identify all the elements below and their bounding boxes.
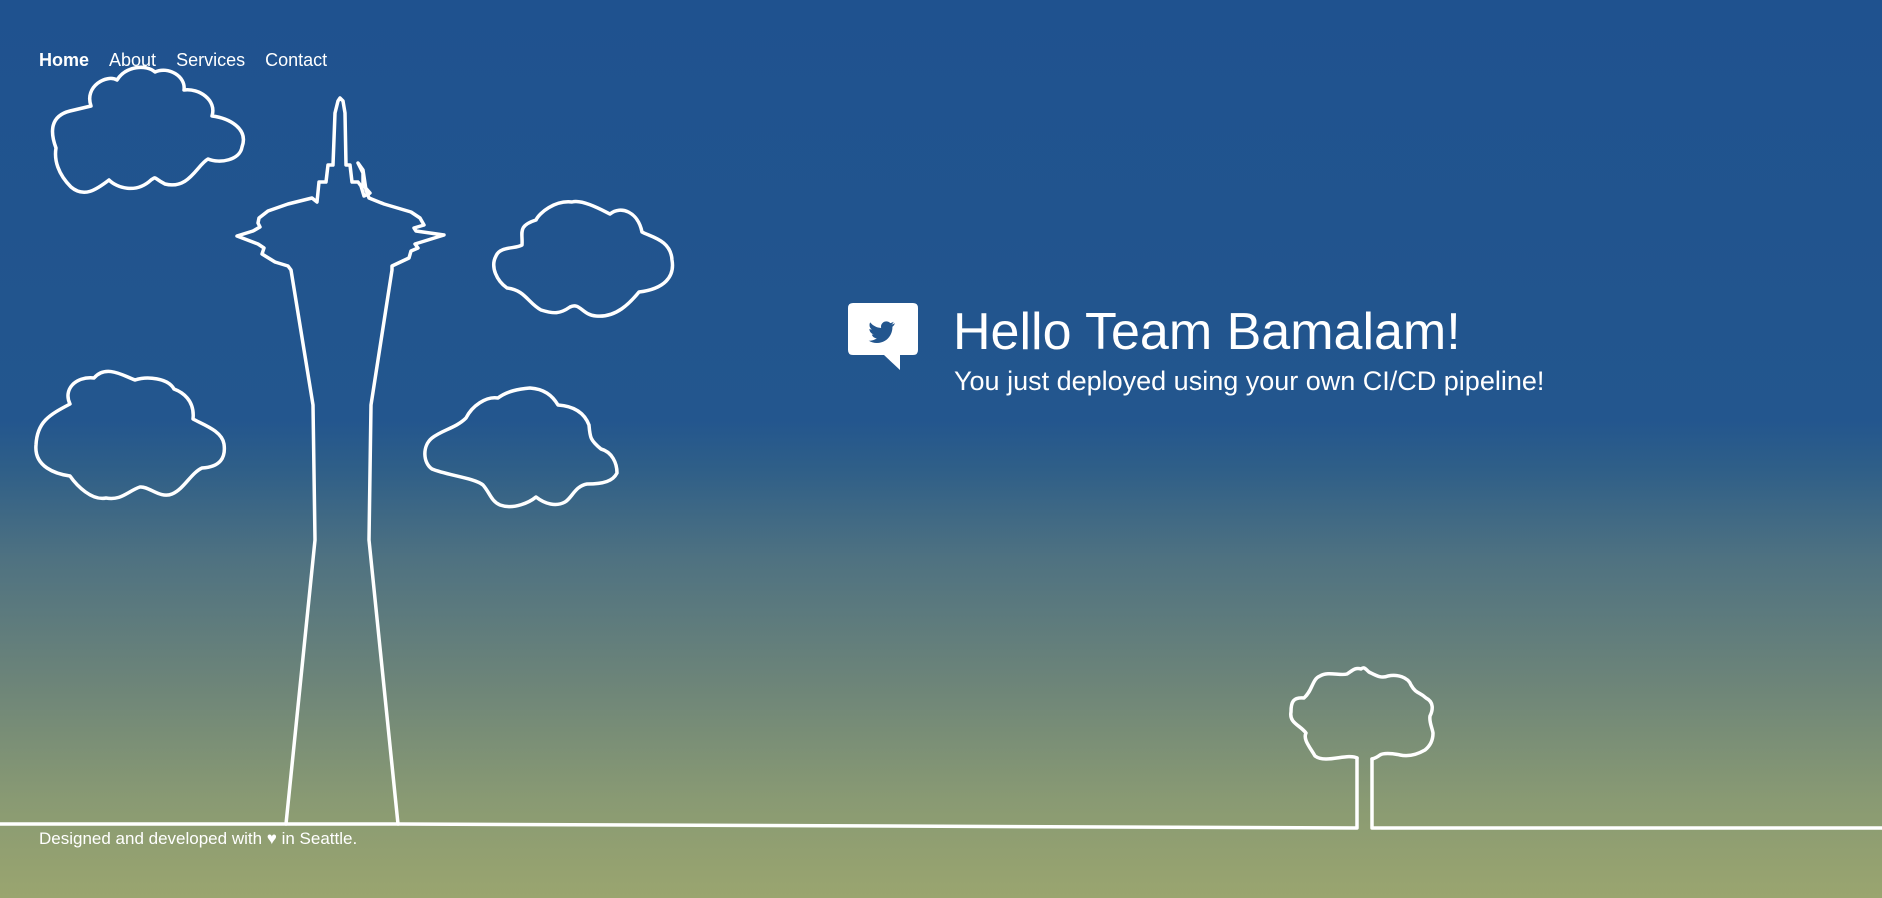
nav-link-services[interactable]: Services <box>176 50 245 71</box>
cloud-icon <box>492 199 675 318</box>
cloud-icon <box>34 369 227 501</box>
nav-link-about[interactable]: About <box>109 50 156 71</box>
ground-line <box>0 756 1882 830</box>
hero-subtitle: You just deployed using your own CI/CD p… <box>954 366 1545 396</box>
hero-title: Hello Team Bamalam! <box>953 303 1461 361</box>
space-needle-outline <box>235 96 446 826</box>
nav-link-home[interactable]: Home <box>39 50 89 71</box>
tree-icon <box>1289 666 1435 761</box>
nav-link-contact[interactable]: Contact <box>265 50 327 71</box>
cloud-icon <box>423 386 619 509</box>
seattle-line-art <box>0 65 1882 830</box>
main-nav: Home About Services Contact <box>39 50 327 71</box>
cloud-icon <box>50 65 246 195</box>
twitter-bird-speech-bubble-icon <box>848 303 918 370</box>
footer-credit: Designed and developed with ♥ in Seattle… <box>39 829 358 848</box>
